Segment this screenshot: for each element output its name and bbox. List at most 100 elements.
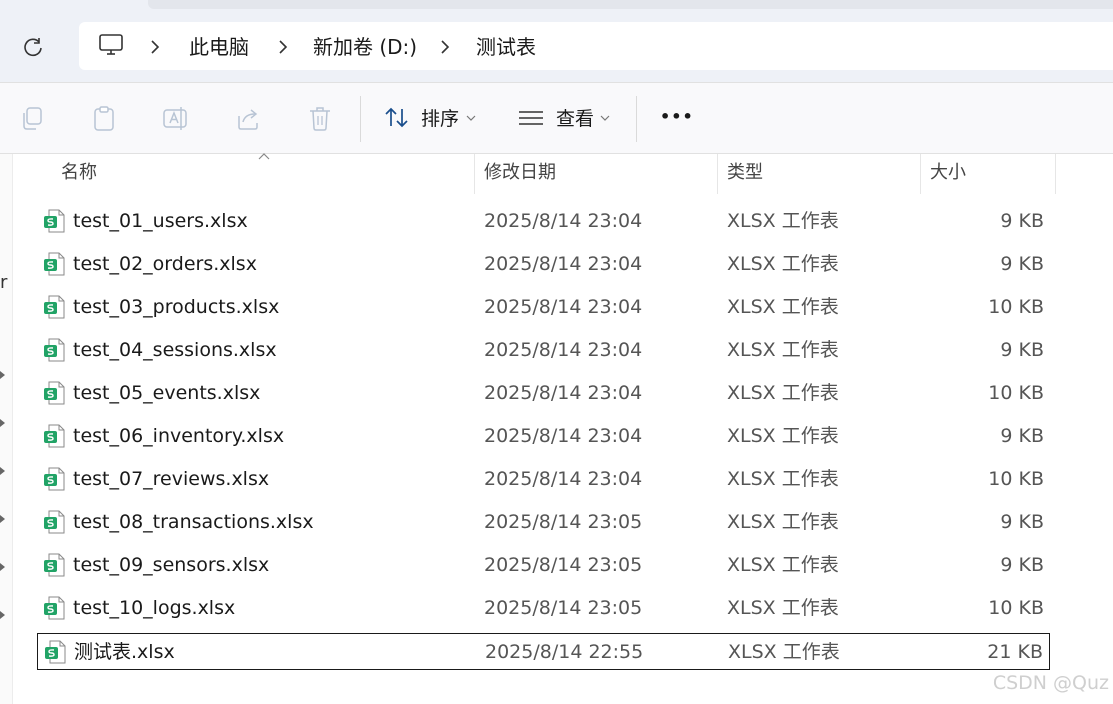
watermark: CSDN @Quz	[992, 672, 1109, 694]
file-row[interactable]: test_07_reviews.xlsx 2025/8/14 23:04 XLSX …	[37, 461, 1050, 498]
toolbar-divider	[636, 96, 637, 142]
file-size: 9 KB	[1000, 511, 1044, 533]
column-divider[interactable]	[474, 154, 475, 194]
chevron-right-icon[interactable]	[276, 38, 290, 56]
breadcrumb-current-folder[interactable]: 测试表	[476, 34, 536, 60]
file-name: test_04_sessions.xlsx	[73, 339, 277, 361]
file-type: XLSX 工作表	[727, 382, 839, 404]
this-pc-icon[interactable]	[98, 32, 124, 58]
excel-file-icon	[45, 640, 66, 664]
file-type: XLSX 工作表	[727, 597, 839, 619]
file-row[interactable]: test_01_users.xlsx 2025/8/14 23:04 XLSX 工作…	[37, 203, 1050, 240]
sort-button[interactable]: 排序	[421, 106, 459, 132]
file-modified: 2025/8/14 23:05	[484, 597, 643, 619]
excel-file-icon	[44, 209, 65, 233]
excel-file-icon	[44, 467, 65, 491]
excel-file-icon	[44, 424, 65, 448]
file-size: 21 KB	[987, 641, 1043, 663]
file-type: XLSX 工作表	[728, 641, 840, 663]
share-icon[interactable]	[235, 104, 261, 132]
file-row[interactable]: test_09_sensors.xlsx 2025/8/14 23:05 XLSX …	[37, 547, 1050, 584]
excel-file-icon	[44, 252, 65, 276]
copy-icon[interactable]	[19, 104, 45, 132]
file-size: 9 KB	[1000, 339, 1044, 361]
file-modified: 2025/8/14 23:04	[484, 425, 643, 447]
file-type: XLSX 工作表	[727, 210, 839, 232]
breadcrumb-this-pc[interactable]: 此电脑	[189, 34, 249, 60]
expand-arrow-icon[interactable]	[0, 514, 6, 524]
file-size: 9 KB	[1000, 253, 1044, 275]
file-modified: 2025/8/14 23:04	[484, 382, 643, 404]
column-divider[interactable]	[920, 154, 921, 194]
file-name: test_01_users.xlsx	[73, 210, 248, 232]
file-type: XLSX 工作表	[727, 511, 839, 533]
expand-arrow-icon[interactable]	[0, 370, 6, 380]
column-header-size[interactable]: 大小	[930, 160, 966, 186]
file-row[interactable]: test_06_inventory.xlsx 2025/8/14 23:04 XLS…	[37, 418, 1050, 455]
file-row[interactable]: test_04_sessions.xlsx 2025/8/14 23:04 XLSX…	[37, 332, 1050, 369]
file-name: test_06_inventory.xlsx	[73, 425, 285, 447]
column-header-type[interactable]: 类型	[727, 160, 763, 186]
excel-file-icon	[44, 381, 65, 405]
excel-file-icon	[44, 295, 65, 319]
toolbar-divider	[360, 96, 361, 142]
file-name: test_10_logs.xlsx	[73, 597, 236, 619]
file-type: XLSX 工作表	[727, 468, 839, 490]
file-type: XLSX 工作表	[727, 425, 839, 447]
file-row[interactable]: test_05_events.xlsx 2025/8/14 23:04 XLSX 工…	[37, 375, 1050, 412]
expand-arrow-icon[interactable]	[0, 562, 6, 572]
chevron-down-icon[interactable]	[466, 114, 476, 122]
file-name: 测试表.xlsx	[74, 641, 175, 663]
navigation-pane-edge	[0, 154, 13, 704]
expand-arrow-icon[interactable]	[0, 466, 6, 476]
file-row[interactable]: test_10_logs.xlsx 2025/8/14 23:05 XLSX 工作表…	[37, 590, 1050, 627]
column-header-name[interactable]: 名称	[61, 160, 97, 186]
excel-file-icon	[44, 553, 65, 577]
nav-pane-clipped-text: r	[0, 272, 8, 293]
file-type: XLSX 工作表	[727, 339, 839, 361]
expand-arrow-icon[interactable]	[0, 610, 6, 620]
paste-icon[interactable]	[91, 104, 117, 132]
column-divider[interactable]	[1055, 154, 1056, 194]
chevron-down-icon[interactable]	[600, 114, 610, 122]
file-modified: 2025/8/14 23:04	[484, 296, 643, 318]
refresh-icon	[24, 38, 42, 57]
file-modified: 2025/8/14 23:04	[484, 468, 643, 490]
file-row[interactable]: test_03_products.xlsx 2025/8/14 23:04 XLSX…	[37, 289, 1050, 326]
file-name: test_07_reviews.xlsx	[73, 468, 270, 490]
expand-arrow-icon[interactable]	[0, 418, 6, 428]
file-type: XLSX 工作表	[727, 253, 839, 275]
tab-strip-edge	[148, 0, 1113, 9]
file-modified: 2025/8/14 23:05	[484, 554, 643, 576]
file-name: test_05_events.xlsx	[73, 382, 261, 404]
delete-icon[interactable]	[307, 104, 333, 132]
view-icon[interactable]	[518, 104, 544, 132]
more-options-button[interactable]: •••	[660, 104, 694, 130]
file-modified: 2025/8/14 23:04	[484, 210, 643, 232]
file-type: XLSX 工作表	[727, 296, 839, 318]
file-modified: 2025/8/14 23:04	[484, 339, 643, 361]
file-size: 9 KB	[1000, 425, 1044, 447]
file-modified: 2025/8/14 22:55	[485, 641, 644, 663]
file-type: XLSX 工作表	[727, 554, 839, 576]
excel-file-icon	[44, 338, 65, 362]
refresh-button[interactable]	[18, 32, 48, 62]
file-name: test_03_products.xlsx	[73, 296, 280, 318]
column-divider[interactable]	[717, 154, 718, 194]
sort-ascending-icon	[258, 153, 270, 160]
sort-icon[interactable]	[384, 104, 410, 132]
file-size: 9 KB	[1000, 210, 1044, 232]
rename-icon[interactable]	[162, 104, 188, 132]
excel-file-icon	[44, 510, 65, 534]
column-header-modified[interactable]: 修改日期	[484, 160, 556, 186]
file-row[interactable]: 测试表.xlsx 2025/8/14 22:55 XLSX 工作表 21 KB	[37, 633, 1050, 670]
chevron-right-icon[interactable]	[438, 38, 452, 56]
view-button[interactable]: 查看	[556, 106, 594, 132]
excel-file-icon	[44, 596, 65, 620]
breadcrumb-drive-d[interactable]: 新加卷 (D:)	[313, 34, 417, 60]
file-name: test_02_orders.xlsx	[73, 253, 257, 275]
chevron-right-icon[interactable]	[148, 38, 162, 56]
file-row[interactable]: test_08_transactions.xlsx 2025/8/14 23:05…	[37, 504, 1050, 541]
file-row[interactable]: test_02_orders.xlsx 2025/8/14 23:04 XLSX 工…	[37, 246, 1050, 283]
file-size: 9 KB	[1000, 554, 1044, 576]
